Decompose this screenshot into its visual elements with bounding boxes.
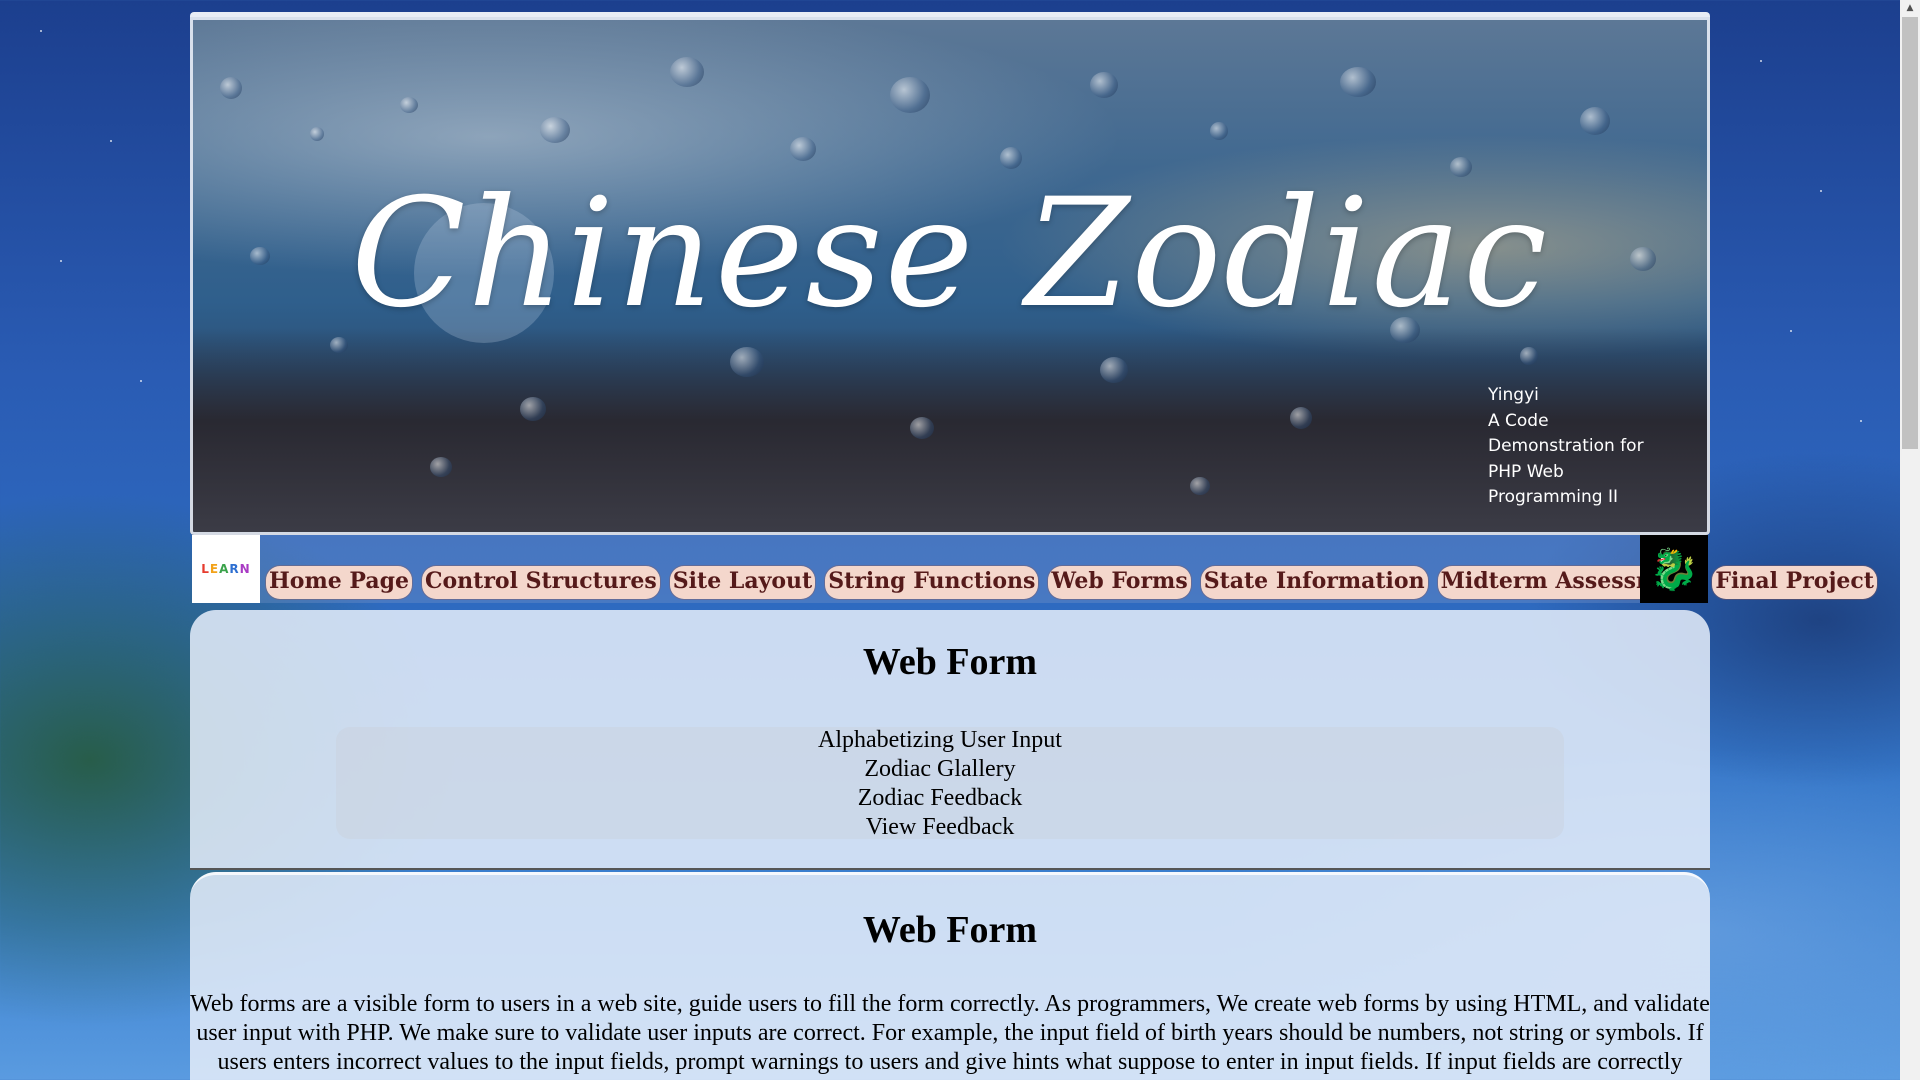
credit-line: Demonstration for [1488,436,1644,456]
link-alphabetizing-user-input[interactable]: Alphabetizing User Input [190,726,1690,755]
learn-logo-text: LEARN [201,562,251,576]
vertical-scrollbar[interactable]: ▲ [1900,0,1920,1080]
link-zodiac-gallery[interactable]: Zodiac Glallery [190,755,1690,784]
credit-line: Programming II [1488,487,1619,507]
nav-final-project[interactable]: Final Project [1712,566,1877,599]
web-form-links: Alphabetizing User Input Zodiac Glallery… [190,726,1690,842]
web-form-links-panel: Web Form Alphabetizing User Input Zodiac… [190,610,1710,870]
panel-title: Web Form [862,641,1038,683]
header-banner: Chinese Zodiac Yingyi A Code Demonstrati… [190,12,1710,535]
nav-string-functions[interactable]: String Functions [825,566,1039,599]
credit-line: PHP Web [1488,461,1564,482]
learn-logo-icon: LEARN [192,535,260,603]
main-nav: LEARN Home Page Control Structures Site … [192,535,1877,603]
nav-site-layout[interactable]: Site Layout [669,566,816,599]
nav-control-structures[interactable]: Control Structures [421,566,660,599]
web-form-info-panel: Web Form Web forms are a visible form to… [190,872,1710,1080]
dragon-icon: 🐉 [1640,535,1708,603]
credit-line: A Code [1488,410,1549,431]
chevron-up-icon[interactable]: ▲ [1900,0,1920,17]
scrollbar-thumb[interactable] [1902,17,1918,449]
site-title: Chinese Zodiac [350,167,1550,341]
nav-menu: Home Page Control Structures Site Layout… [266,566,1877,599]
credit-line: Yingyi [1488,385,1539,405]
panel-title: Web Form [862,909,1038,951]
site-credit: Yingyi A Code Demonstration for PHP Web … [1488,383,1688,511]
link-zodiac-feedback[interactable]: Zodiac Feedback [190,784,1690,813]
nav-home-page[interactable]: Home Page [266,566,412,599]
link-view-feedback[interactable]: View Feedback [190,813,1690,842]
nav-state-information[interactable]: State Information [1200,566,1428,599]
nav-web-forms[interactable]: Web Forms [1048,566,1191,599]
web-form-description: Web forms are a visible form to users in… [190,991,1710,1080]
